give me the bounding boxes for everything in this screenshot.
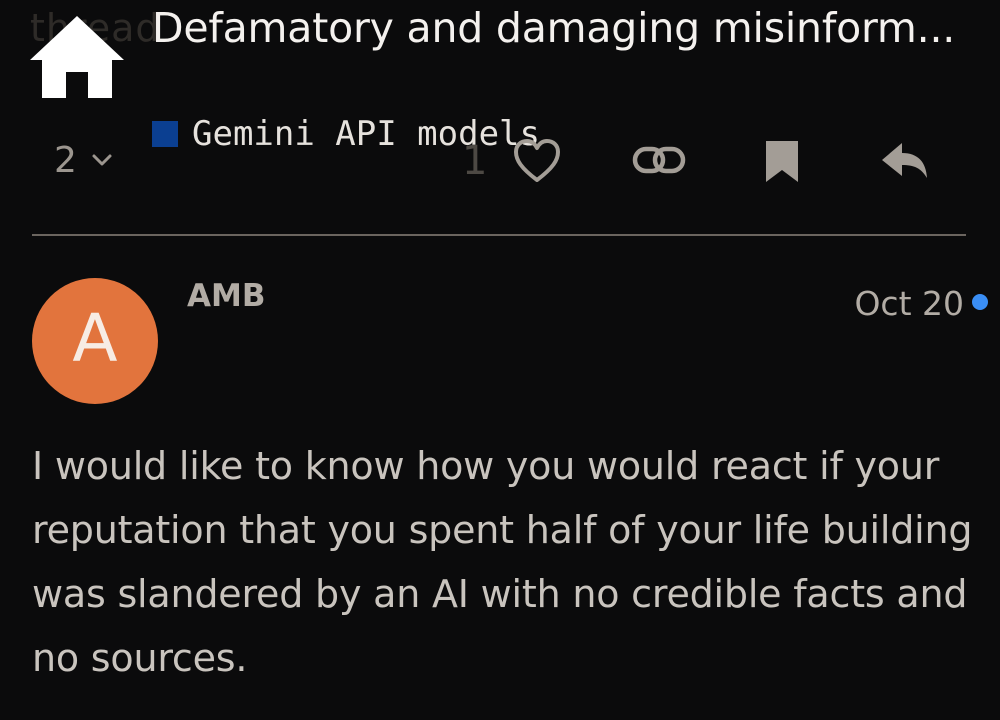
reply-icon [882, 143, 927, 178]
home-icon [30, 16, 124, 98]
category-label: Gemini API models [192, 114, 540, 154]
topic-title[interactable]: Defamatory and damaging misinform... [152, 4, 955, 52]
reply-count: 2 [54, 139, 77, 181]
unread-indicator [972, 294, 988, 310]
heart-icon [514, 139, 560, 182]
chevron-down-icon [92, 154, 112, 166]
link-icon [632, 146, 686, 174]
post-username[interactable]: AMB [187, 278, 265, 314]
bookmark-icon [766, 141, 798, 182]
post-body: I would like to know how you would react… [32, 444, 973, 680]
home-button[interactable] [28, 14, 126, 100]
post-divider [32, 234, 966, 236]
category-color-swatch [152, 121, 178, 147]
bookmark-button[interactable] [762, 138, 802, 188]
avatar-letter: A [72, 300, 118, 377]
copy-link-button[interactable] [632, 144, 686, 180]
like-button[interactable] [512, 138, 562, 188]
avatar[interactable]: A [32, 278, 158, 404]
like-count: 1 [462, 138, 488, 184]
post-date[interactable]: Oct 20 [854, 284, 964, 323]
reply-button[interactable] [880, 140, 930, 186]
replies-toggle[interactable]: 2 [54, 139, 113, 181]
